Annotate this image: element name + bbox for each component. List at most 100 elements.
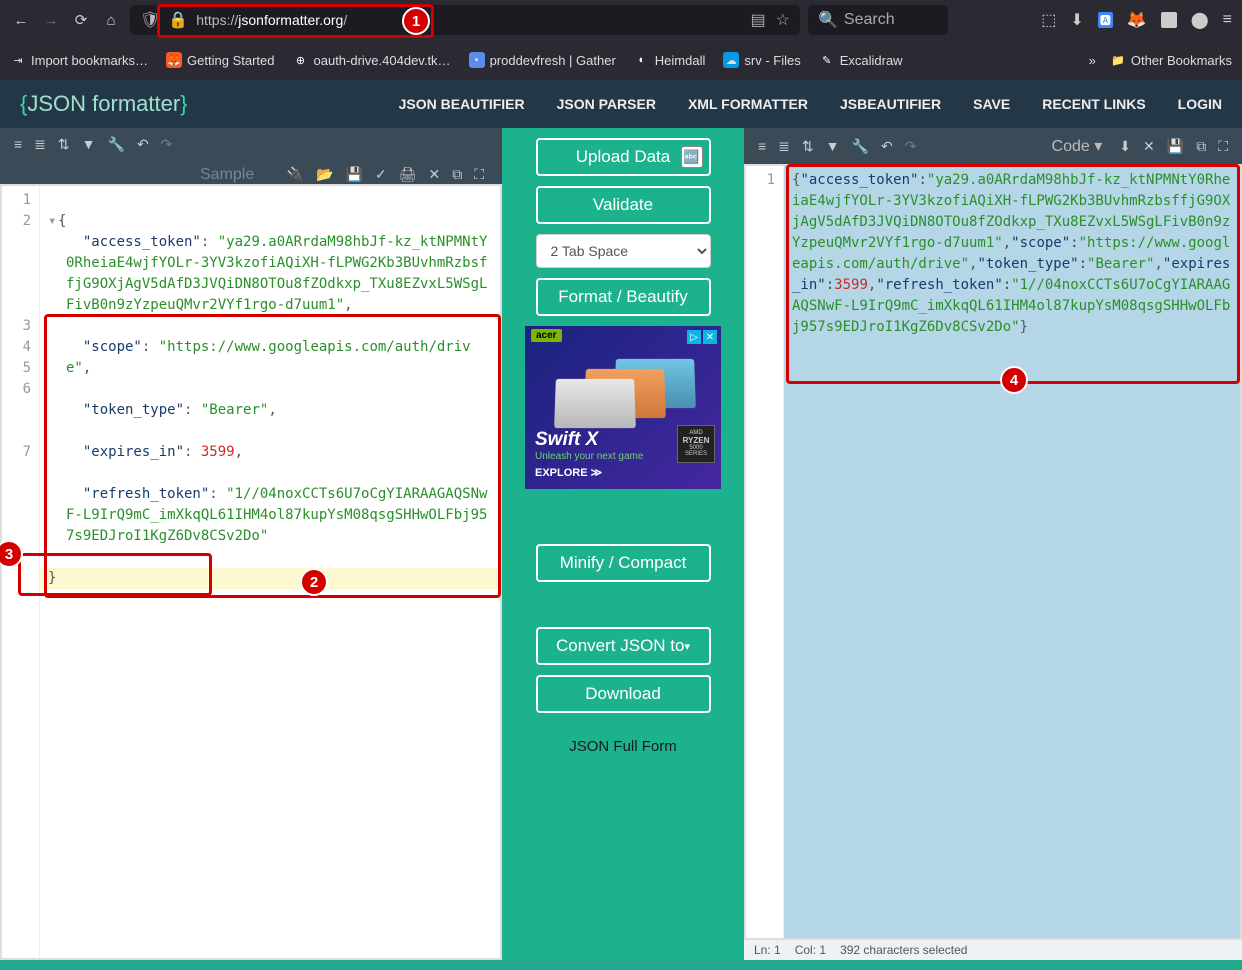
star-icon[interactable]: ☆ — [776, 10, 790, 30]
search-box[interactable]: 🔍 Search — [808, 5, 948, 35]
site-nav: JSON BEAUTIFIER JSON PARSER XML FORMATTE… — [399, 96, 1222, 112]
sort-icon[interactable]: ⇅ — [802, 138, 814, 155]
repair-icon[interactable]: 🔧 — [108, 136, 125, 153]
clear-icon[interactable]: ✕ — [428, 166, 440, 183]
bookmark-oauth[interactable]: ⊕oauth-drive.404dev.tk… — [293, 52, 451, 68]
output-code[interactable]: {"access_token":"ya29.a0ARrdaM98hbJf-kz_… — [784, 166, 1240, 938]
reader-icon[interactable]: ▤ — [751, 10, 766, 30]
nav-xml[interactable]: XML FORMATTER — [688, 96, 808, 112]
download-icon[interactable]: ⬇ — [1070, 10, 1083, 30]
copy-icon[interactable]: ⧉ — [452, 166, 462, 183]
output-status: Ln: 1 Col: 1 392 characters selected — [744, 940, 1242, 960]
download-button[interactable]: Download — [536, 675, 711, 713]
metamask-icon[interactable]: 🦊 — [1127, 10, 1147, 30]
convert-button[interactable]: Convert JSON to▾ — [536, 627, 711, 665]
compact-icon[interactable]: ≣ — [34, 136, 46, 153]
reload-icon[interactable]: ⟳ — [70, 11, 92, 29]
shield-icon: 🛡 — [140, 10, 160, 30]
repair-icon[interactable]: 🔧 — [852, 138, 869, 155]
redo-icon[interactable]: ↷ — [161, 136, 173, 153]
profile-icon[interactable]: ⬤ — [1191, 10, 1209, 30]
fullscreen-out-icon[interactable]: ⛶ — [1218, 138, 1228, 155]
bookmark-getting-started[interactable]: 🦊Getting Started — [166, 52, 274, 68]
save-icon[interactable]: 💾 — [346, 166, 363, 183]
advertisement[interactable]: acer ▷✕ AMDRYZEN5000 SERIES Swift X Unle… — [525, 326, 721, 489]
url-domain: jsonformatter.org — [238, 12, 343, 28]
translate-icon: 🔤 — [681, 146, 703, 168]
nav-login[interactable]: LOGIN — [1178, 96, 1222, 112]
url-prefix: https:// — [196, 12, 238, 28]
compact-icon[interactable]: ≣ — [778, 138, 790, 155]
output-toolbar: ≡ ≣ ⇅ ▼ 🔧 ↶ ↷ Code ▾ ⬇ ✕ 💾 ⧉ ⛶ — [744, 128, 1242, 164]
open-icon[interactable]: 📂 — [316, 166, 333, 183]
sample-label[interactable]: Sample — [200, 166, 254, 184]
url-rest: / — [343, 12, 347, 28]
nav-recent[interactable]: RECENT LINKS — [1042, 96, 1145, 112]
json-full-form-link[interactable]: JSON Full Form — [569, 738, 677, 755]
search-icon: 🔍 — [818, 10, 838, 30]
bookmarks-overflow-icon[interactable]: » — [1089, 53, 1096, 68]
input-code[interactable]: ▾{ "access_token": "ya29.a0ARrdaM98hbJf-… — [40, 186, 500, 958]
check-icon[interactable]: ✓ — [375, 166, 387, 183]
bookmark-heimdall[interactable]: ◐Heimdall — [634, 52, 706, 68]
bookmark-srv[interactable]: ☁srv - Files — [723, 52, 800, 68]
nav-parser[interactable]: JSON PARSER — [557, 96, 656, 112]
mode-dropdown[interactable]: Code ▾ — [1052, 136, 1103, 156]
back-icon[interactable]: ← — [10, 12, 32, 29]
input-gutter: 1 2 3 4 5 6 7 — [2, 186, 40, 958]
bookmarks-bar: ⇥Import bookmarks… 🦊Getting Started ⊕oau… — [0, 40, 1242, 80]
center-column: Upload Data🔤 Validate 2 Tab Space Format… — [502, 128, 744, 960]
output-editor[interactable]: 1 {"access_token":"ya29.a0ARrdaM98hbJf-k… — [744, 164, 1242, 940]
nav-jsbeautifier[interactable]: JSBEAUTIFIER — [840, 96, 941, 112]
output-gutter: 1 — [746, 166, 784, 938]
output-panel: ≡ ≣ ⇅ ▼ 🔧 ↶ ↷ Code ▾ ⬇ ✕ 💾 ⧉ ⛶ 1 {"acces… — [744, 128, 1242, 960]
bookmark-gather[interactable]: ▪proddevfresh | Gather — [469, 52, 616, 68]
clear-out-icon[interactable]: ✕ — [1143, 138, 1155, 155]
download-out-icon[interactable]: ⬇ — [1119, 138, 1131, 155]
redo-icon[interactable]: ↷ — [905, 138, 917, 155]
menu-icon[interactable]: ≡ — [1223, 11, 1232, 29]
bookmark-import[interactable]: ⇥Import bookmarks… — [10, 52, 148, 68]
validate-button[interactable]: Validate — [536, 186, 711, 224]
filter-icon[interactable]: ▼ — [82, 136, 96, 153]
upload-button[interactable]: Upload Data🔤 — [536, 138, 711, 176]
copy-out-icon[interactable]: ⧉ — [1196, 138, 1206, 155]
bookmark-excalidraw[interactable]: ✎Excalidraw — [819, 52, 903, 68]
nav-beautifier[interactable]: JSON BEAUTIFIER — [399, 96, 525, 112]
input-panel: ≡ ≣ ⇅ ▼ 🔧 ↶ ↷ Sample 🔌 📂 💾 ✓ 🖨 ✕ ⧉ ⛶ — [0, 128, 502, 960]
connect-icon[interactable]: 🔌 — [287, 166, 304, 183]
url-bar[interactable]: 🛡 🔒 https://jsonformatter.org/ ▤ ☆ — [130, 5, 800, 35]
ad-brand: acer — [531, 329, 562, 342]
undo-icon[interactable]: ↶ — [881, 138, 893, 155]
minify-button[interactable]: Minify / Compact — [536, 544, 711, 582]
home-icon[interactable]: ⌂ — [100, 12, 122, 29]
ad-chip: AMDRYZEN5000 SERIES — [677, 425, 715, 463]
translate-ext-icon[interactable]: 🅰 — [1098, 12, 1113, 28]
forward-icon[interactable]: → — [40, 12, 62, 29]
input-toolbar: ≡ ≣ ⇅ ▼ 🔧 ↶ ↷ Sample 🔌 📂 💾 ✓ 🖨 ✕ ⧉ ⛶ — [0, 128, 502, 184]
filter-icon[interactable]: ▼ — [826, 138, 840, 154]
status-ln: Ln: 1 — [754, 943, 781, 957]
tab-space-select[interactable]: 2 Tab Space — [536, 234, 711, 268]
input-editor[interactable]: 1 2 3 4 5 6 7 ▾{ "access_token": "ya29.a… — [0, 184, 502, 960]
pocket-icon[interactable]: ⬚ — [1041, 10, 1056, 30]
other-bookmarks[interactable]: 📁Other Bookmarks — [1110, 52, 1232, 68]
print-icon[interactable]: 🖨 — [399, 166, 417, 183]
search-placeholder: Search — [844, 11, 895, 29]
lock-icon: 🔒 — [168, 10, 188, 30]
undo-icon[interactable]: ↶ — [137, 136, 149, 153]
status-sel: 392 characters selected — [840, 943, 967, 957]
sort-icon[interactable]: ⇅ — [58, 136, 70, 153]
format-icon[interactable]: ≡ — [14, 136, 22, 153]
ad-close-icon[interactable]: ✕ — [703, 330, 717, 344]
fullscreen-icon[interactable]: ⛶ — [474, 166, 484, 183]
nav-save[interactable]: SAVE — [973, 96, 1010, 112]
site-header: {JSON formatter} JSON BEAUTIFIER JSON PA… — [0, 80, 1242, 128]
format-icon[interactable]: ≡ — [758, 138, 766, 154]
ext-icon[interactable] — [1161, 12, 1177, 28]
site-logo[interactable]: {JSON formatter} — [20, 91, 188, 117]
ad-cta: EXPLORE ≫ — [535, 466, 711, 479]
save-out-icon[interactable]: 💾 — [1167, 138, 1184, 155]
ad-info-icon[interactable]: ▷ — [687, 330, 701, 344]
format-button[interactable]: Format / Beautify — [536, 278, 711, 316]
